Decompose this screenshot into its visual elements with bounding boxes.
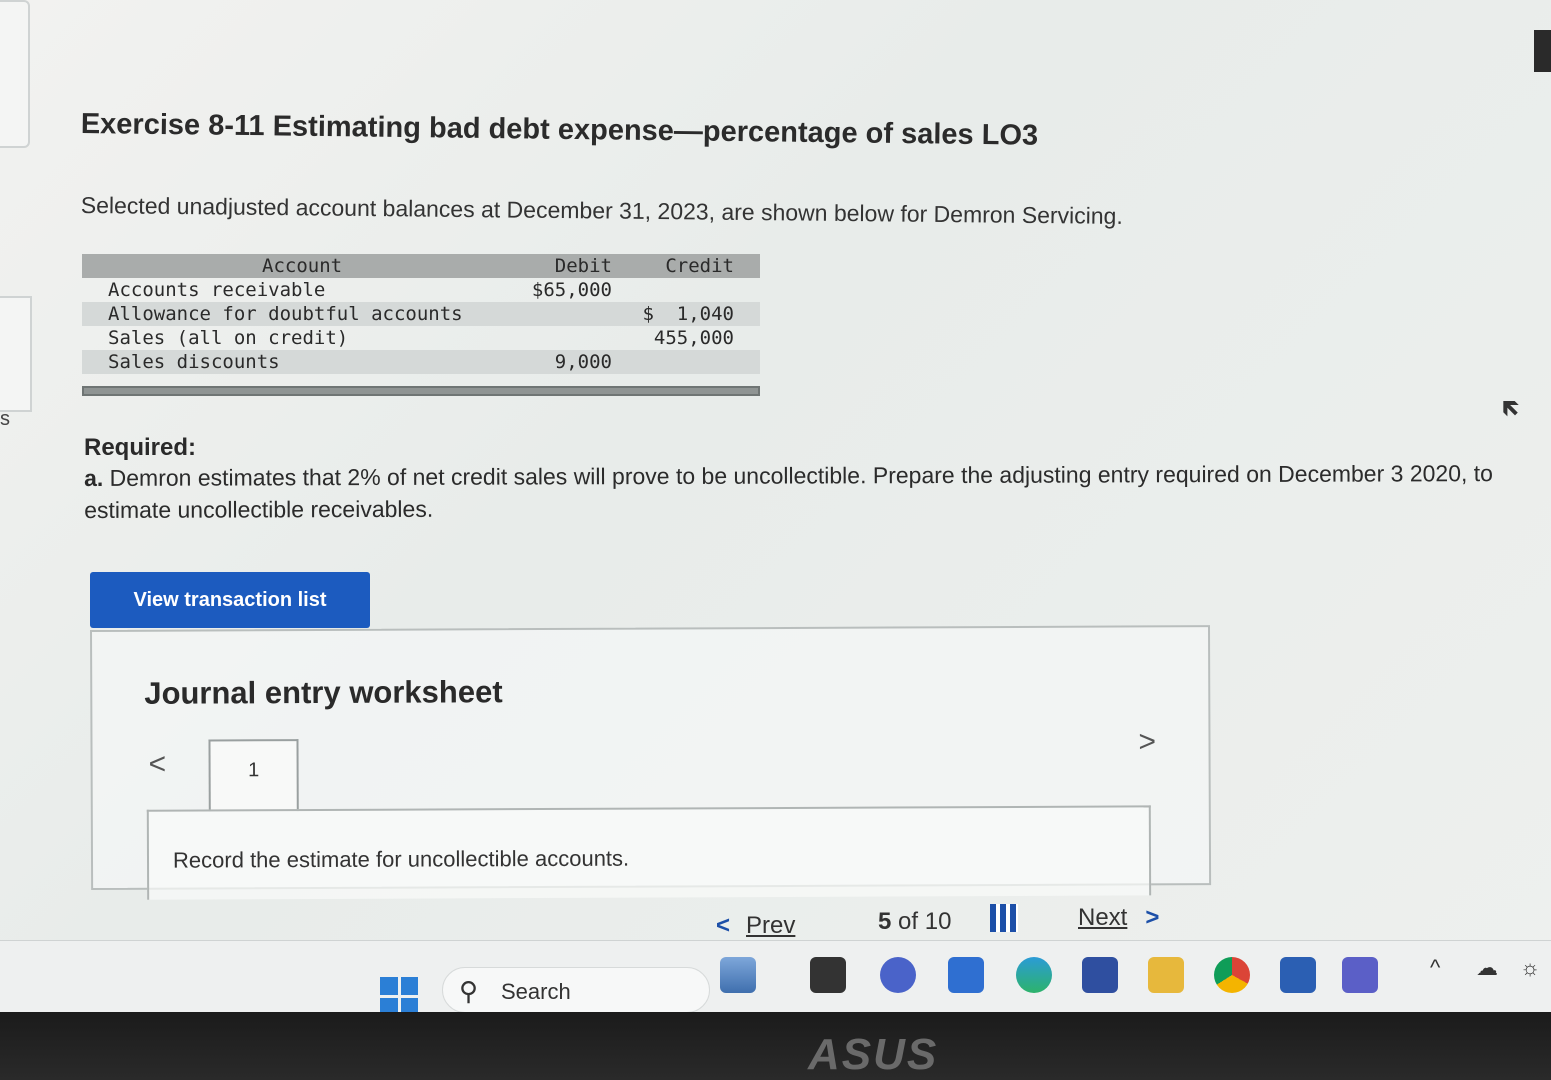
header-account: Account	[262, 255, 343, 277]
file-explorer-icon[interactable]	[1148, 957, 1184, 993]
tray-chevron-up-icon[interactable]: ^	[1430, 955, 1440, 981]
row-account: Accounts receivable	[108, 279, 326, 301]
worksheet-tab-1[interactable]: 1	[208, 739, 299, 812]
meet-icon[interactable]	[880, 957, 916, 993]
table-row: Allowance for doubtful accounts $ 1,040	[82, 302, 760, 326]
required-body: Demron estimates that 2% of net credit s…	[84, 460, 1493, 523]
row-debit: $65,000	[531, 279, 612, 301]
task-view-icon[interactable]	[810, 957, 846, 993]
row-account: Allowance for doubtful accounts	[108, 303, 463, 325]
account-balances-table: Account Debit Credit Accounts receivable…	[82, 254, 760, 396]
mouse-cursor-icon: 🡼	[1502, 393, 1521, 423]
header-credit: Credit	[665, 255, 734, 277]
chrome-icon[interactable]	[1214, 957, 1250, 993]
question-pager: < Prev 5 of 10 Next >	[716, 900, 1186, 940]
worksheet-next-arrow-icon[interactable]: >	[1138, 725, 1156, 759]
prev-label: Prev	[746, 912, 796, 939]
row-debit: 9,000	[554, 351, 612, 373]
page-counter: 5 of 10	[878, 908, 951, 936]
row-account: Sales discounts	[108, 351, 280, 373]
widgets-icon[interactable]	[720, 957, 756, 993]
header-debit: Debit	[554, 255, 612, 277]
table-row: Accounts receivable $65,000	[82, 278, 760, 302]
onedrive-icon[interactable]: ☁	[1476, 955, 1498, 981]
worksheet-instruction: Record the estimate for uncollectible ac…	[172, 845, 630, 873]
laptop-bezel	[0, 1012, 1551, 1080]
table-bottom-rule	[82, 386, 760, 396]
right-edge-bar	[1534, 30, 1551, 72]
taskbar-search[interactable]: ⚲ Search	[442, 967, 710, 1013]
search-label: Search	[501, 979, 571, 1004]
app-icon[interactable]	[1082, 957, 1118, 993]
chevron-left-icon: <	[716, 912, 731, 939]
exercise-intro: Selected unadjusted account balances at …	[80, 192, 1123, 229]
taskbar: ⚲ Search ^ ☁ ☼	[0, 940, 1551, 1015]
current-page: 5	[878, 908, 892, 935]
row-credit: 455,000	[653, 327, 734, 349]
row-account: Sales (all on credit)	[108, 327, 349, 349]
windows-start-icon[interactable]	[380, 977, 418, 1015]
part-letter: a.	[84, 464, 104, 491]
exercise-title: Exercise 8-11 Estimating bad debt expens…	[80, 108, 1039, 152]
view-transaction-list-button[interactable]: View transaction list	[90, 572, 370, 628]
grid-icon[interactable]	[990, 904, 1018, 932]
worksheet-panel: Record the estimate for uncollectible ac…	[146, 805, 1152, 900]
worksheet-prev-arrow-icon[interactable]: <	[149, 748, 167, 782]
word-icon[interactable]	[1280, 957, 1316, 993]
prev-button[interactable]: < Prev	[716, 912, 795, 940]
next-button[interactable]: Next >	[1078, 904, 1159, 932]
total-pages: 10	[924, 908, 952, 935]
required-heading: Required:	[84, 434, 197, 461]
left-panel-tab[interactable]	[0, 0, 30, 148]
tray-app-icon[interactable]: ☼	[1520, 955, 1540, 981]
store-icon[interactable]	[948, 957, 984, 993]
brand-logo: ASUS	[808, 1030, 939, 1079]
table-row: Sales (all on credit) 455,000	[82, 326, 760, 350]
worksheet-title: Journal entry worksheet	[144, 674, 503, 711]
chevron-right-icon: >	[1145, 904, 1160, 931]
required-text: a. Demron estimates that 2% of net credi…	[84, 457, 1544, 526]
table-row: Sales discounts 9,000	[82, 350, 760, 374]
search-icon: ⚲	[459, 976, 479, 1006]
next-label: Next	[1078, 904, 1128, 931]
row-credit: $ 1,040	[642, 303, 734, 325]
table-header-row: Account Debit Credit	[82, 254, 760, 278]
left-edge-text: s	[0, 408, 10, 430]
journal-entry-worksheet: Journal entry worksheet < 1 > Record the…	[90, 625, 1212, 900]
edge-icon[interactable]	[1016, 957, 1052, 993]
page-of: of	[898, 908, 919, 935]
left-panel-tab-2[interactable]	[0, 296, 32, 412]
teams-icon[interactable]	[1342, 957, 1378, 993]
